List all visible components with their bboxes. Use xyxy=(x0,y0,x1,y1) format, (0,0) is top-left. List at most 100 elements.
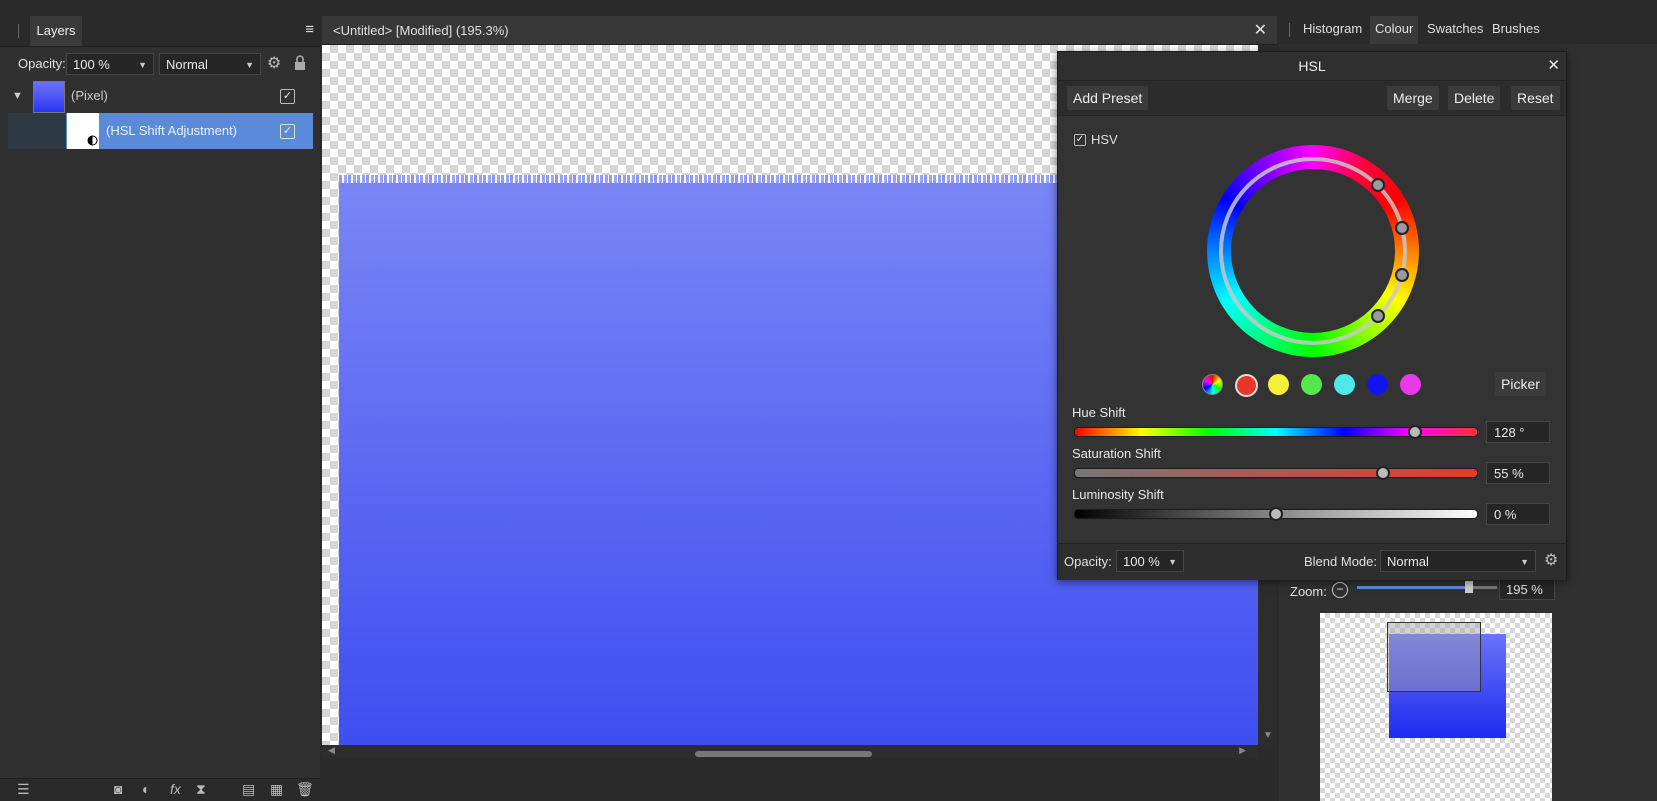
scroll-down-icon[interactable]: ▼ xyxy=(1263,730,1273,741)
layers-panel: Layers ≡ Opacity: 100 % ▼ Normal ▼ ⚙ ▼ (Pi… xyxy=(0,16,320,801)
layers-toolbar: ☰ ◙ ◐ fx ⧗ ▤ ▦ 🗑 xyxy=(0,778,320,801)
panel-grip[interactable] xyxy=(1289,23,1290,37)
zoom-slider[interactable] xyxy=(1357,581,1497,593)
layer-opacity-value: 100 % xyxy=(73,57,110,72)
document-title: <Untitled> [Modified] (195.3%) xyxy=(333,23,509,38)
adjustment-icon xyxy=(87,135,98,146)
tab-swatches[interactable]: Swatches xyxy=(1423,16,1487,44)
close-icon[interactable]: ✕ xyxy=(1254,20,1267,40)
saturation-shift-value[interactable]: 55 % xyxy=(1486,462,1550,484)
saturation-shift-slider[interactable] xyxy=(1074,466,1478,480)
zoom-out-icon[interactable]: − xyxy=(1332,582,1348,598)
layer-row-hsl[interactable]: (HSL Shift Adjustment) ✓ xyxy=(8,113,313,149)
layer-blend-select[interactable]: Normal ▼ xyxy=(159,53,261,75)
layer-visibility-checkbox[interactable]: ✓ xyxy=(280,89,295,104)
blue-swatch[interactable] xyxy=(1367,374,1388,395)
layer-thumbnail xyxy=(33,81,65,113)
hue-shift-slider[interactable] xyxy=(1074,425,1478,439)
magenta-swatch[interactable] xyxy=(1400,374,1421,395)
hue-range-handle[interactable] xyxy=(1395,221,1409,235)
dialog-blend-select[interactable]: Normal ▼ xyxy=(1380,550,1536,572)
right-tabbar: Histogram Colour Swatches Brushes xyxy=(1279,16,1657,44)
horizontal-scrollbar[interactable]: ◀ ▶ xyxy=(322,745,1258,758)
layer-visibility-checkbox[interactable]: ✓ xyxy=(280,124,295,139)
navigator-preview[interactable] xyxy=(1320,613,1552,801)
expand-triangle-icon[interactable]: ▼ xyxy=(12,90,23,102)
hsv-checkbox[interactable]: ✓ xyxy=(1074,134,1086,146)
preset-button-row: Add Preset Merge Delete Reset xyxy=(1058,80,1566,116)
layer-row-pixel[interactable]: ▼ (Pixel) ✓ xyxy=(8,78,313,114)
tab-histogram[interactable]: Histogram xyxy=(1299,16,1366,44)
tab-colour[interactable]: Colour xyxy=(1370,16,1419,44)
opacity-label: Opacity: xyxy=(18,56,66,71)
panel-grip[interactable] xyxy=(18,24,19,38)
cyan-swatch[interactable] xyxy=(1334,374,1355,395)
dialog-opacity-label: Opacity: xyxy=(1064,554,1112,569)
mask-icon[interactable]: ◙ xyxy=(114,781,122,797)
adjustment-thumbnail xyxy=(67,113,99,149)
delete-button[interactable]: Delete xyxy=(1448,86,1501,110)
hue-range-handle[interactable] xyxy=(1371,309,1385,323)
navigator-zoom-row: Zoom: − 195 % xyxy=(1279,576,1657,606)
layer-opacity-select[interactable]: 100 % ▼ xyxy=(66,53,154,75)
gear-icon[interactable]: ⚙ xyxy=(267,53,281,73)
fx-icon[interactable]: fx xyxy=(170,781,181,797)
tab-brushes[interactable]: Brushes xyxy=(1488,16,1544,44)
layers-tabbar: Layers ≡ xyxy=(0,16,320,47)
green-swatch[interactable] xyxy=(1301,374,1322,395)
picker-button[interactable]: Picker xyxy=(1495,372,1546,396)
luminosity-shift-handle[interactable] xyxy=(1269,507,1283,521)
pixel-layer-icon[interactable]: ▦ xyxy=(270,781,283,798)
blend-mode-label: Blend Mode: xyxy=(1304,554,1377,569)
layer-name: (Pixel) xyxy=(71,88,108,103)
scroll-right-icon[interactable]: ▶ xyxy=(1239,745,1246,756)
hue-shift-label: Hue Shift xyxy=(1072,405,1126,420)
dialog-opacity-value: 100 % xyxy=(1123,554,1160,569)
hue-range-handle[interactable] xyxy=(1371,178,1385,192)
saturation-shift-handle[interactable] xyxy=(1375,466,1390,480)
reset-button[interactable]: Reset xyxy=(1511,86,1560,110)
scroll-left-icon[interactable]: ◀ xyxy=(328,745,335,756)
zoom-value[interactable]: 195 % xyxy=(1499,578,1555,600)
saturation-shift-label: Saturation Shift xyxy=(1072,446,1161,461)
hue-shift-value[interactable]: 128 ° xyxy=(1486,421,1550,443)
tab-layers[interactable]: Layers xyxy=(30,16,82,46)
dialog-footer: Opacity: 100 % ▼ Blend Mode: Normal ▼ ⚙ xyxy=(1058,543,1566,580)
live-filter-icon[interactable]: ⧗ xyxy=(196,781,206,798)
document-tab[interactable]: <Untitled> [Modified] (195.3%) ✕ xyxy=(322,16,1277,45)
gear-icon[interactable]: ⚙ xyxy=(1544,550,1558,570)
yellow-swatch[interactable] xyxy=(1268,374,1289,395)
layers-stack-icon[interactable]: ☰ xyxy=(17,781,30,798)
luminosity-shift-slider[interactable] xyxy=(1074,507,1478,521)
luminosity-shift-label: Luminosity Shift xyxy=(1072,487,1164,502)
scrollbar-thumb[interactable] xyxy=(695,751,872,757)
adjustment-icon[interactable]: ◐ xyxy=(142,781,150,797)
dialog-opacity-select[interactable]: 100 % ▼ xyxy=(1116,550,1184,572)
layer-indent xyxy=(8,113,66,149)
zoom-slider-fill xyxy=(1357,586,1469,589)
dialog-blend-value: Normal xyxy=(1387,554,1429,569)
hue-range-handle[interactable] xyxy=(1395,268,1409,282)
folder-icon[interactable]: ▤ xyxy=(242,781,255,798)
luminosity-shift-value[interactable]: 0 % xyxy=(1486,503,1550,525)
add-preset-button[interactable]: Add Preset xyxy=(1067,86,1149,110)
hue-wheel[interactable] xyxy=(1207,145,1419,357)
layer-blend-value: Normal xyxy=(166,57,208,72)
zoom-slider-handle[interactable] xyxy=(1465,581,1473,593)
panel-menu-icon[interactable]: ≡ xyxy=(305,21,314,38)
dialog-title: HSL xyxy=(1298,58,1326,74)
chevron-down-icon: ▼ xyxy=(1168,557,1177,567)
layer-name: (HSL Shift Adjustment) xyxy=(106,123,238,138)
top-menubar xyxy=(0,0,1657,16)
merge-button[interactable]: Merge xyxy=(1387,86,1439,110)
lock-icon[interactable] xyxy=(294,55,306,71)
trash-icon[interactable]: 🗑 xyxy=(296,781,314,798)
master-color-swatch[interactable] xyxy=(1202,374,1223,395)
navigator-viewport[interactable] xyxy=(1387,622,1481,692)
hue-shift-handle[interactable] xyxy=(1407,425,1422,439)
chevron-down-icon: ▼ xyxy=(1520,557,1529,567)
close-icon[interactable]: ✕ xyxy=(1547,52,1560,80)
red-swatch[interactable] xyxy=(1235,374,1258,397)
dialog-title-bar[interactable]: HSL ✕ xyxy=(1058,52,1566,80)
zoom-label: Zoom: xyxy=(1290,584,1327,599)
